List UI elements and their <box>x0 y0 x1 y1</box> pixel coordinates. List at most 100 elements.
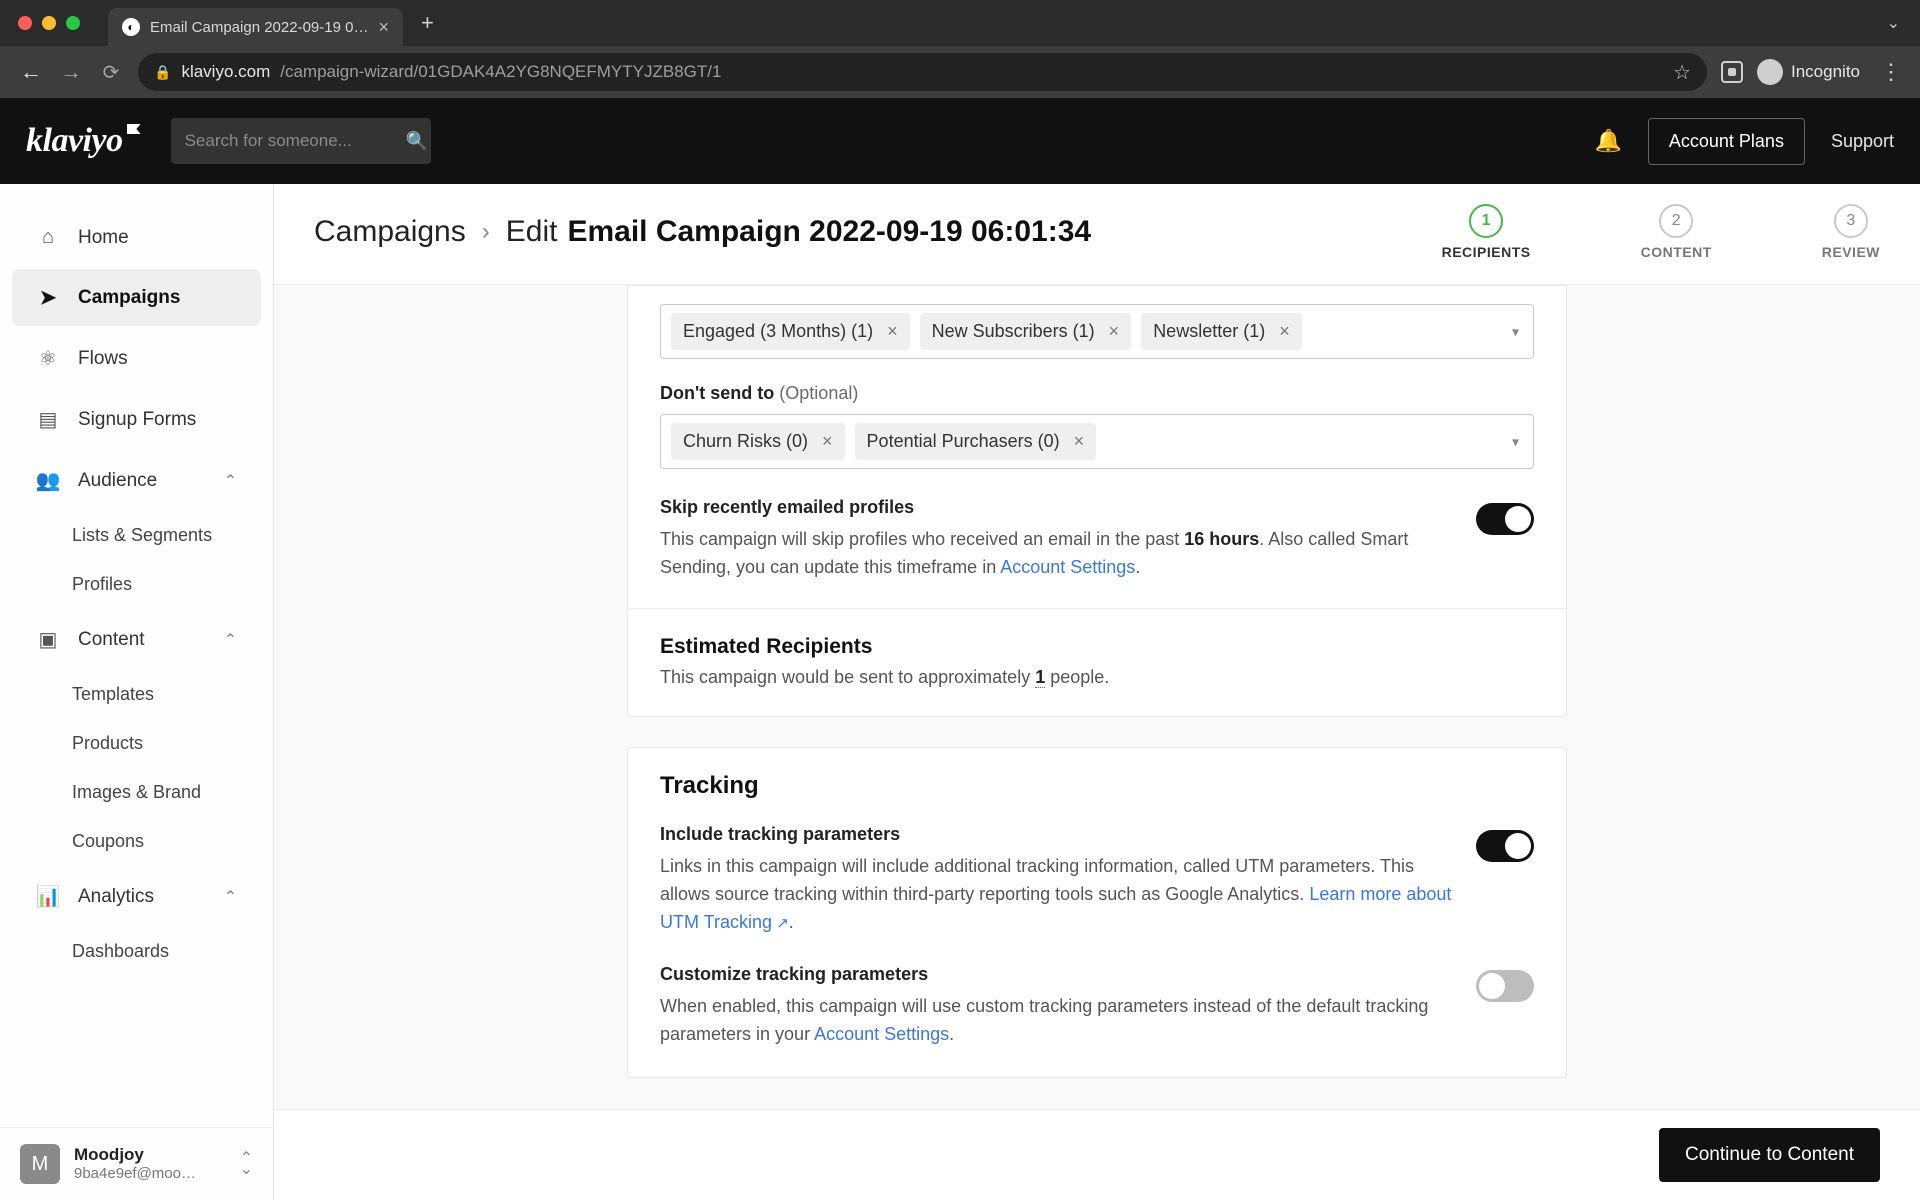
chevron-up-icon: ⌃ <box>224 630 237 650</box>
chip-label: Newsletter (1) <box>1153 321 1265 342</box>
lock-icon: 🔒 <box>154 64 171 81</box>
address-bar[interactable]: 🔒 klaviyo.com/campaign-wizard/01GDAK4A2Y… <box>138 53 1707 91</box>
customize-tracking-body: When enabled, this campaign will use cus… <box>660 993 1452 1049</box>
sidebar-account-switcher[interactable]: M Moodjoy 9ba4e9ef@moo… ⌃⌄ <box>0 1127 273 1200</box>
wizard-step-label: REVIEW <box>1822 244 1880 260</box>
chip-label: Potential Purchasers (0) <box>867 431 1060 452</box>
chip-new-subscribers[interactable]: New Subscribers (1) × <box>920 313 1132 350</box>
chip-remove-icon[interactable]: × <box>1279 321 1290 342</box>
form-icon: ▤ <box>36 407 60 432</box>
browser-toolbar: ← → ⟳ 🔒 klaviyo.com/campaign-wizard/01GD… <box>0 46 1920 98</box>
global-search[interactable]: 🔍 <box>171 118 431 164</box>
traffic-lights <box>18 16 80 30</box>
chip-label: New Subscribers (1) <box>932 321 1095 342</box>
sidebar-item-analytics[interactable]: 📊 Analytics ⌃ <box>12 868 261 925</box>
sidebar-item-flows[interactable]: ⚛ Flows <box>12 330 261 387</box>
tracking-title: Tracking <box>660 748 1534 808</box>
sidebar: ⌂ Home ➤ Campaigns ⚛ Flows ▤ Signup Form… <box>0 184 274 1200</box>
sidebar-item-label: Home <box>78 227 129 249</box>
audience-icon: 👥 <box>36 468 60 493</box>
dont-send-to-label: Don't send to (Optional) <box>660 383 1534 404</box>
sidebar-item-label: Signup Forms <box>78 409 196 431</box>
estimated-count: 1 <box>1035 667 1045 688</box>
sidebar-item-label: Campaigns <box>78 287 180 309</box>
window-minimize-button[interactable] <box>42 16 56 30</box>
continue-to-content-button[interactable]: Continue to Content <box>1659 1128 1880 1182</box>
notifications-bell-icon[interactable]: 🔔 <box>1594 128 1621 154</box>
forward-button[interactable]: → <box>58 59 84 85</box>
window-close-button[interactable] <box>18 16 32 30</box>
sidebar-item-campaigns[interactable]: ➤ Campaigns <box>12 269 261 326</box>
incognito-indicator[interactable]: Incognito <box>1757 59 1860 85</box>
wizard-step-label: CONTENT <box>1641 244 1712 260</box>
text-fragment: When enabled, this campaign will use cus… <box>660 996 1428 1044</box>
klaviyo-logo-text: klaviyo <box>26 122 123 159</box>
url-host: klaviyo.com <box>181 62 270 82</box>
new-tab-button[interactable]: + <box>421 10 434 36</box>
include-tracking-toggle[interactable] <box>1476 830 1534 862</box>
wizard-step-content[interactable]: 2 CONTENT <box>1641 204 1712 260</box>
recipients-card: Engaged (3 Months) (1) × New Subscribers… <box>627 285 1567 717</box>
sidebar-item-signup-forms[interactable]: ▤ Signup Forms <box>12 391 261 448</box>
sidebar-item-home[interactable]: ⌂ Home <box>12 210 261 265</box>
account-settings-link[interactable]: Account Settings <box>1000 557 1135 577</box>
browser-menu-button[interactable]: ⋮ <box>1880 59 1902 85</box>
account-settings-link[interactable]: Account Settings <box>814 1024 949 1044</box>
customize-tracking-heading: Customize tracking parameters <box>660 964 1452 985</box>
account-plans-button[interactable]: Account Plans <box>1648 118 1805 165</box>
back-button[interactable]: ← <box>18 59 44 85</box>
tab-close-button[interactable]: × <box>378 17 389 38</box>
dont-send-to-field[interactable]: Churn Risks (0) × Potential Purchasers (… <box>660 414 1534 469</box>
customize-tracking-toggle[interactable] <box>1476 970 1534 1002</box>
chip-remove-icon[interactable]: × <box>822 431 833 452</box>
breadcrumb-campaigns[interactable]: Campaigns <box>314 215 466 249</box>
reload-button[interactable]: ⟳ <box>98 60 124 85</box>
sidebar-item-templates[interactable]: Templates <box>0 670 273 719</box>
sidebar-item-lists-segments[interactable]: Lists & Segments <box>0 511 273 560</box>
klaviyo-logo[interactable]: klaviyo <box>26 122 141 160</box>
toggle-knob <box>1505 506 1531 532</box>
text-fragment: . <box>789 912 794 932</box>
content-icon: ▣ <box>36 627 60 652</box>
include-tracking-body: Links in this campaign will include addi… <box>660 853 1452 937</box>
sidebar-item-profiles[interactable]: Profiles <box>0 560 273 609</box>
chip-engaged-3-months[interactable]: Engaged (3 Months) (1) × <box>671 313 910 350</box>
estimated-recipients-heading: Estimated Recipients <box>660 635 1534 659</box>
tabs-overflow-chevron-icon[interactable]: ⌄ <box>1887 13 1900 33</box>
extensions-icon[interactable] <box>1721 61 1743 83</box>
sidebar-item-content[interactable]: ▣ Content ⌃ <box>12 611 261 668</box>
bookmark-star-icon[interactable]: ☆ <box>1673 60 1691 85</box>
text-fragment: . <box>1135 557 1140 577</box>
sidebar-item-images-brand[interactable]: Images & Brand <box>0 768 273 817</box>
browser-tab[interactable]: ◐ Email Campaign 2022-09-19 0… × <box>108 8 403 46</box>
chip-potential-purchasers[interactable]: Potential Purchasers (0) × <box>855 423 1097 460</box>
wizard-step-review[interactable]: 3 REVIEW <box>1822 204 1880 260</box>
chip-remove-icon[interactable]: × <box>1109 321 1120 342</box>
search-input[interactable] <box>185 131 406 151</box>
wizard-step-recipients[interactable]: 1 RECIPIENTS <box>1442 204 1531 260</box>
toggle-knob <box>1479 973 1505 999</box>
search-icon: 🔍 <box>406 131 428 152</box>
sidebar-item-dashboards[interactable]: Dashboards <box>0 927 273 976</box>
chip-newsletter[interactable]: Newsletter (1) × <box>1141 313 1302 350</box>
wizard-step-number: 1 <box>1469 204 1503 238</box>
dropdown-caret-icon[interactable]: ▾ <box>1512 323 1519 340</box>
main-column: Campaigns › Edit Email Campaign 2022-09-… <box>274 184 1920 1200</box>
send-to-field[interactable]: Engaged (3 Months) (1) × New Subscribers… <box>660 304 1534 359</box>
chip-remove-icon[interactable]: × <box>887 321 898 342</box>
sidebar-item-products[interactable]: Products <box>0 719 273 768</box>
chip-remove-icon[interactable]: × <box>1074 431 1085 452</box>
sidebar-item-coupons[interactable]: Coupons <box>0 817 273 866</box>
wizard-step-label: RECIPIENTS <box>1442 244 1531 260</box>
chip-churn-risks[interactable]: Churn Risks (0) × <box>671 423 845 460</box>
window-titlebar: ◐ Email Campaign 2022-09-19 0… × + ⌄ <box>0 0 1920 46</box>
skip-recently-toggle[interactable] <box>1476 503 1534 535</box>
dropdown-caret-icon[interactable]: ▾ <box>1512 433 1519 450</box>
sidebar-item-audience[interactable]: 👥 Audience ⌃ <box>12 452 261 509</box>
analytics-icon: 📊 <box>36 884 60 909</box>
text-fragment: people. <box>1045 667 1109 687</box>
content-scroll[interactable]: Engaged (3 Months) (1) × New Subscribers… <box>274 285 1920 1200</box>
support-link[interactable]: Support <box>1831 131 1894 152</box>
sidebar-item-label: Analytics <box>78 886 154 908</box>
window-maximize-button[interactable] <box>66 16 80 30</box>
